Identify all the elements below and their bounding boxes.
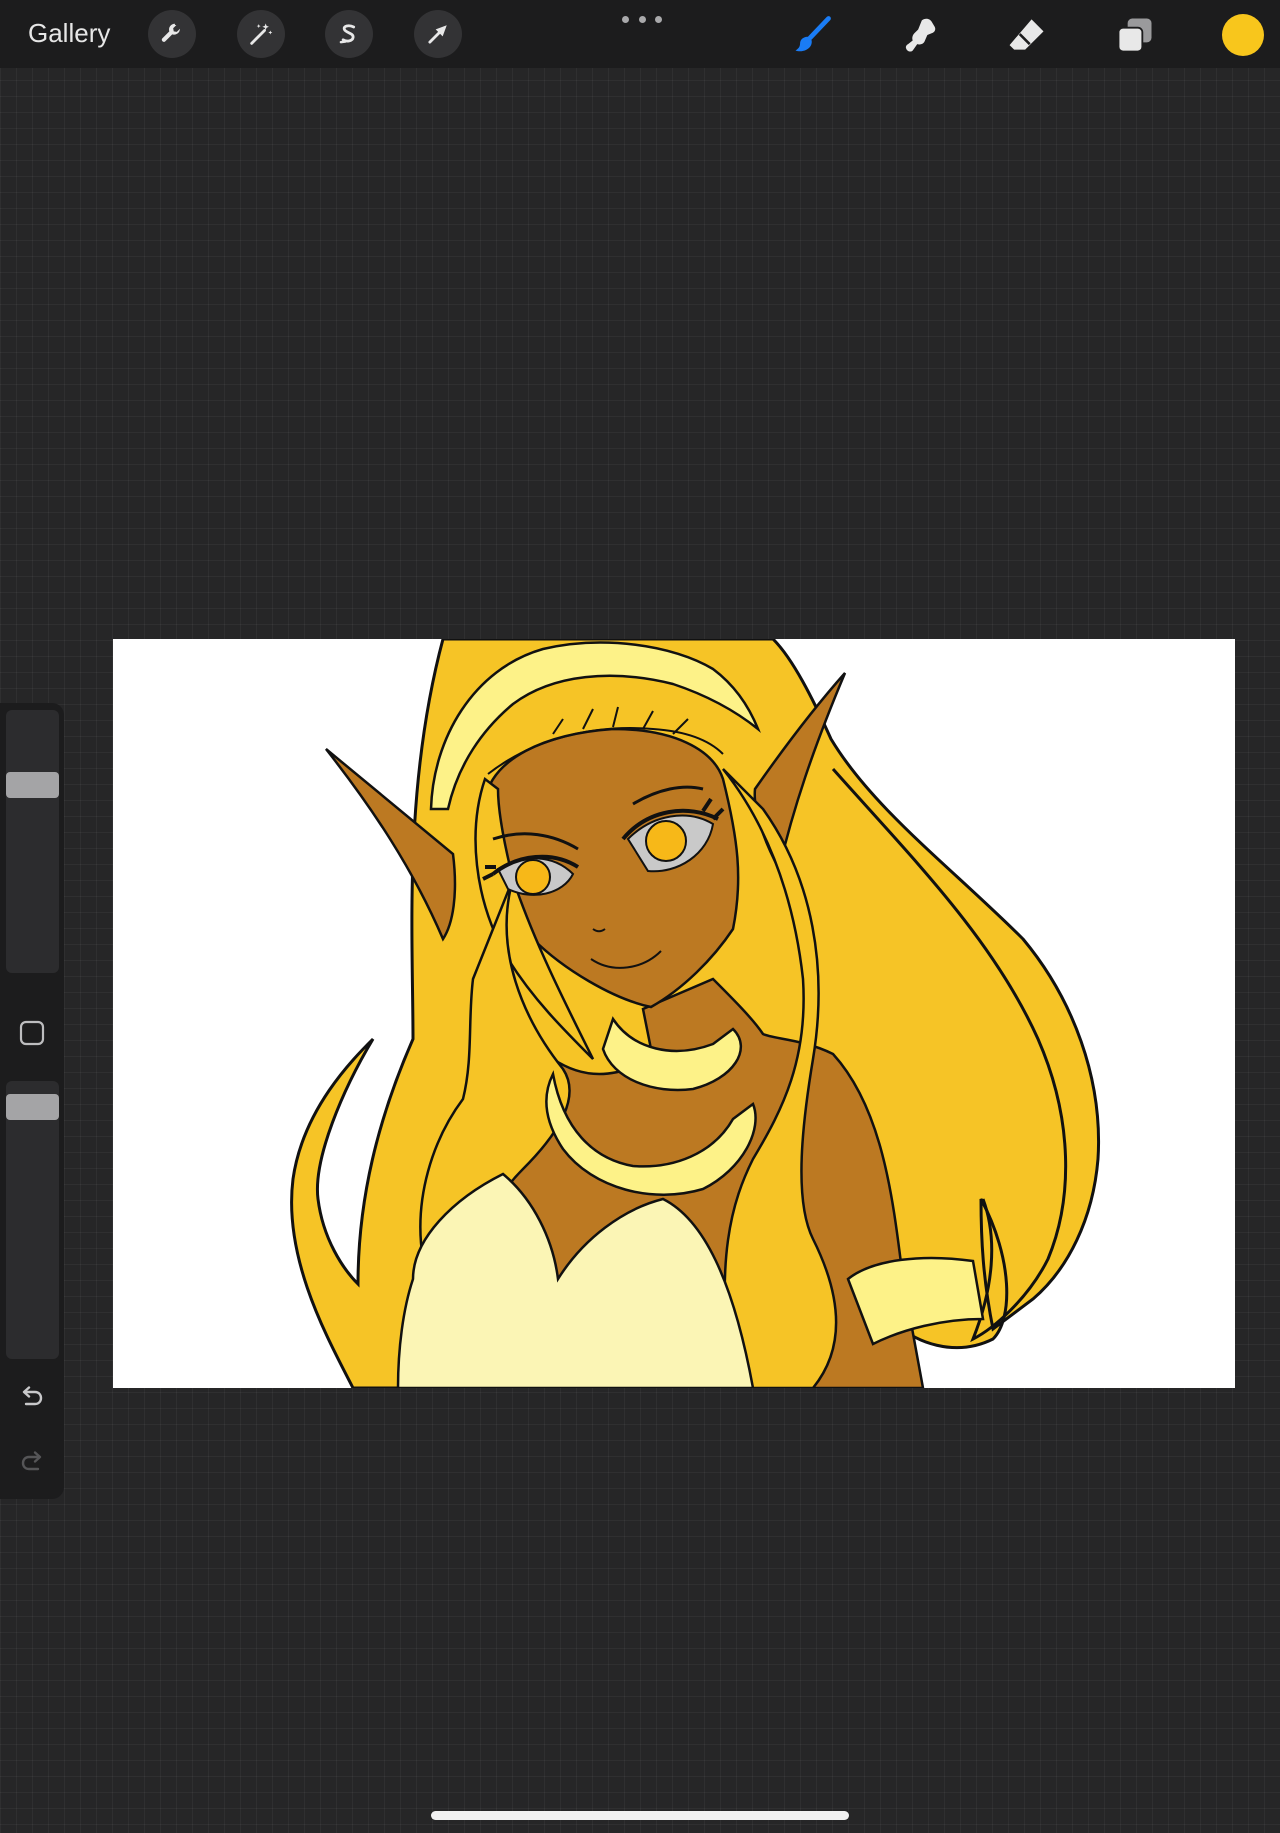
undo-arrow-icon <box>22 1386 43 1406</box>
modify-button[interactable] <box>18 1019 46 1047</box>
adjustments-button[interactable] <box>237 10 285 58</box>
left-eye-iris <box>515 859 551 895</box>
selection-button[interactable] <box>325 10 373 58</box>
square-icon <box>19 1020 45 1046</box>
more-options-button[interactable] <box>622 10 662 28</box>
smudge-button[interactable] <box>897 12 943 58</box>
magic-wand-icon <box>250 23 273 45</box>
redo-button[interactable] <box>16 1446 48 1478</box>
selection-s-icon <box>339 24 356 44</box>
home-indicator[interactable] <box>431 1811 849 1820</box>
top-toolbar: Gallery <box>0 0 1280 68</box>
dot-icon <box>655 15 662 23</box>
brush-icon <box>795 16 831 52</box>
artwork-elf-girl <box>290 639 1101 1388</box>
drawing-canvas[interactable] <box>113 639 1235 1388</box>
arrow-cursor-icon <box>428 25 447 44</box>
gallery-button[interactable]: Gallery <box>28 16 110 50</box>
brush-size-slider[interactable] <box>6 710 59 973</box>
brush-button[interactable] <box>789 12 835 58</box>
opacity-slider[interactable] <box>6 1081 59 1359</box>
procreate-app: Gallery <box>0 0 1280 1833</box>
right-eye-iris <box>645 820 687 862</box>
opacity-slider-thumb[interactable] <box>6 1093 59 1120</box>
eraser-icon <box>1009 19 1044 50</box>
redo-arrow-icon <box>21 1451 42 1471</box>
transform-button[interactable] <box>414 10 462 58</box>
layers-icon <box>1117 18 1152 53</box>
layers-button[interactable] <box>1112 12 1158 58</box>
dot-icon <box>638 15 646 23</box>
brush-size-slider-thumb[interactable] <box>6 771 59 798</box>
smudge-icon <box>905 18 936 52</box>
wrench-icon <box>161 23 180 42</box>
actions-button[interactable] <box>148 10 196 58</box>
dot-icon <box>622 15 629 23</box>
eraser-button[interactable] <box>1004 12 1050 58</box>
color-picker-button[interactable] <box>1222 14 1264 56</box>
undo-button[interactable] <box>16 1381 48 1413</box>
left-sidebar <box>0 703 64 1499</box>
